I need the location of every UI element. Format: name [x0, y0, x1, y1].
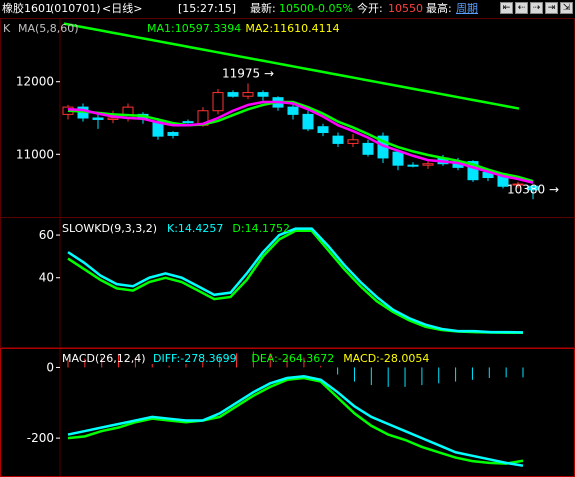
chart-frame — [0, 18, 575, 477]
kd-legend-entry: K:14.4257 — [167, 222, 223, 235]
nav-next-icon[interactable]: ⇢ — [530, 2, 543, 14]
y-tick-label: 40 — [39, 271, 54, 285]
candle-body — [92, 117, 104, 120]
candle-body — [422, 163, 434, 166]
y-tick-label: 11000 — [16, 147, 54, 161]
candle-body — [242, 92, 254, 97]
y-tick-label: 12000 — [16, 75, 54, 89]
nav-last-icon[interactable]: ⇥ — [545, 2, 558, 14]
macd-legend-entry: DIFF:-278.3699 — [153, 352, 237, 365]
high-label: 最高: — [426, 2, 452, 15]
candle-body — [167, 132, 179, 136]
macd-diff-line — [67, 375, 524, 467]
kd-legend-entry: D:14.1752 — [232, 222, 290, 235]
pane-title-k: K — [3, 22, 11, 35]
kd-k-line — [67, 227, 524, 334]
pane-title-macd: MACD(26,12,4) — [62, 352, 146, 365]
macd-legend-entry: DEA:-264.3672 — [251, 352, 334, 365]
y-tick-label: 60 — [39, 228, 54, 242]
latest-label: 最新: — [250, 2, 276, 15]
pane-title-kd: SLOWKD(9,3,3,2) — [62, 222, 157, 235]
candle-body — [212, 92, 224, 112]
nav-end-icon[interactable]: ⇲ — [560, 2, 573, 14]
candle-body — [287, 106, 299, 115]
y-tick-label: 0 — [46, 360, 54, 374]
nav-first-icon[interactable]: ⇤ — [500, 2, 513, 14]
open-value: 10550 — [388, 2, 423, 15]
ma-indicator-label: MA(5,8,60) — [18, 22, 79, 35]
candle-body — [347, 139, 359, 144]
ma60-line — [63, 22, 520, 110]
instrument-code: (010701) — [50, 2, 101, 15]
candle-body — [302, 113, 314, 130]
candle-body — [257, 92, 269, 97]
ma-legend-entry: MA2:11610.4114 — [245, 22, 339, 35]
candle-body — [332, 135, 344, 144]
title-bar: 橡胶1601 (010701) <日线> [15:27:15] 最新: 1050… — [0, 0, 575, 19]
latest-value: 10500 — [279, 2, 314, 15]
candle-body — [362, 142, 374, 155]
price-annotation: 11975 → — [222, 67, 274, 81]
ma-legend-entry: MA1:10597.3394 — [147, 22, 241, 35]
macd-legend-entry: MACD:-28.0054 — [343, 352, 429, 365]
macd-pane-highlight — [0, 348, 575, 477]
period-label: <日线> — [102, 2, 143, 15]
candle-body — [182, 121, 194, 124]
candle-body — [317, 126, 329, 134]
nav-prev-icon[interactable]: ⇠ — [515, 2, 528, 14]
candle-body — [107, 117, 119, 120]
chart-canvas: 12000 11000 K MA(5,8,60) MA1:10597.3394 MA2:1… — [0, 18, 575, 477]
instrument-name: 橡胶1601 — [2, 2, 52, 15]
candle-body — [392, 151, 404, 166]
y-tick-label: -200 — [27, 431, 54, 445]
candle-body — [227, 92, 239, 97]
change-percent: -0.05% — [314, 2, 353, 15]
price-annotation: 10380 → — [507, 182, 559, 196]
period-link[interactable]: 周期 — [456, 0, 478, 18]
kd-d-line — [67, 229, 523, 335]
time-readout: [15:27:15] — [178, 2, 236, 15]
open-label: 今开: — [357, 2, 383, 15]
candle-body — [407, 164, 419, 167]
